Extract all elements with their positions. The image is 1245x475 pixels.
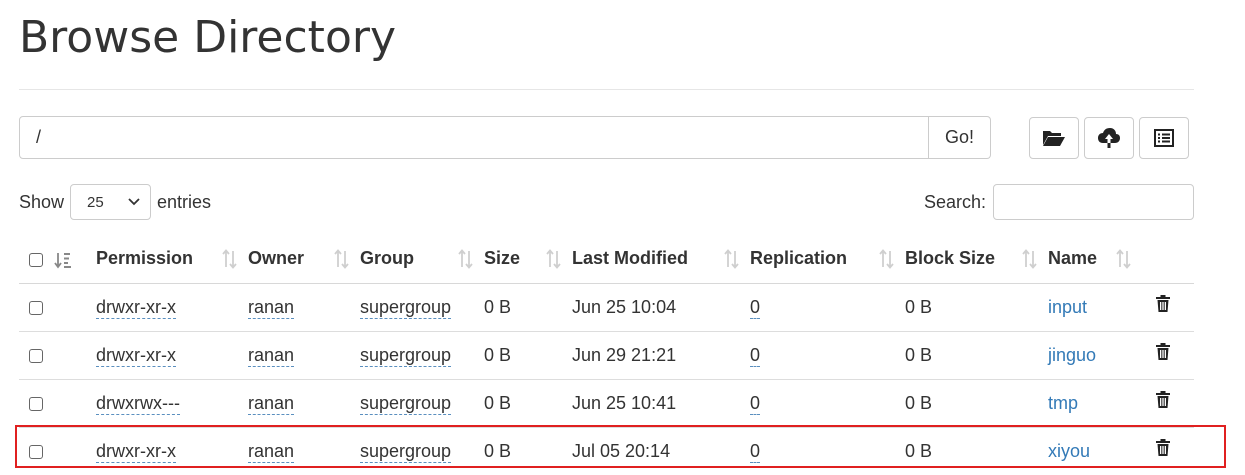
permission-cell[interactable]: drwxr-xr-x — [96, 440, 176, 463]
column-header-group[interactable]: Group — [360, 235, 484, 284]
file-name-link[interactable]: xiyou — [1048, 441, 1090, 461]
sort-arrows-icon — [546, 249, 562, 274]
column-header-label: Last Modified — [572, 248, 688, 269]
replication-cell[interactable]: 0 — [750, 296, 761, 319]
group-cell[interactable]: supergroup — [360, 392, 452, 415]
select-all-checkbox[interactable] — [29, 252, 43, 267]
block-size-cell: 0 B — [905, 330, 1048, 379]
browse-directory-page: Browse Directory Go! Show 25 — [0, 0, 1245, 475]
entries-select-value: 25 — [87, 193, 104, 211]
row-checkbox[interactable] — [29, 300, 43, 315]
row-checkbox[interactable] — [29, 396, 43, 411]
select-all-header — [19, 235, 96, 284]
file-name-link[interactable]: tmp — [1048, 393, 1078, 413]
file-name-link[interactable]: input — [1048, 297, 1087, 317]
column-header-size[interactable]: Size — [484, 235, 572, 284]
replication-cell[interactable]: 0 — [750, 344, 761, 367]
trash-icon[interactable] — [1155, 294, 1171, 318]
go-button[interactable]: Go! — [929, 116, 991, 159]
modified-cell: Jun 25 10:41 — [572, 378, 750, 427]
column-header-label: Replication — [750, 248, 848, 269]
column-header-label: Group — [360, 248, 414, 269]
path-bar: Go! — [19, 116, 991, 159]
size-cell: 0 B — [484, 378, 572, 427]
create-directory-button[interactable] — [1029, 117, 1079, 159]
trash-icon[interactable] — [1155, 390, 1171, 414]
sort-arrows-icon — [1116, 249, 1132, 274]
page-size-control: Show 25 entries — [19, 184, 211, 220]
owner-cell[interactable]: ranan — [248, 440, 295, 463]
column-header-label: Block Size — [905, 248, 996, 269]
modified-cell: Jul 05 20:14 — [572, 426, 750, 475]
folder-open-icon — [1043, 131, 1065, 146]
block-size-cell: 0 B — [905, 378, 1048, 427]
permission-cell[interactable]: drwxr-xr-x — [96, 296, 176, 319]
column-header-owner[interactable]: Owner — [248, 235, 360, 284]
permission-cell[interactable]: drwxrwx--- — [96, 392, 180, 415]
show-label: Show — [19, 191, 65, 212]
chevron-down-icon — [128, 198, 140, 206]
row-checkbox[interactable] — [29, 348, 43, 363]
table-row: drwxr-xr-x ranan supergroup 0 B Jul 05 2… — [19, 426, 1194, 475]
entries-label: entries — [157, 191, 212, 212]
sort-arrows-icon — [1022, 249, 1038, 274]
row-checkbox[interactable] — [29, 445, 43, 459]
list-icon — [1154, 129, 1174, 147]
modified-cell: Jun 25 10:04 — [572, 296, 677, 317]
table-row: drwxr-xr-x ranan supergroup 0 B Jun 29 2… — [19, 330, 1194, 379]
table-row: drwxr-xr-x ranan supergroup 0 B Jun 25 1… — [19, 283, 1194, 331]
upload-button[interactable] — [1084, 117, 1134, 159]
owner-cell[interactable]: ranan — [248, 344, 295, 367]
sort-arrows-icon — [879, 249, 895, 274]
column-header-name[interactable]: Name — [1048, 235, 1155, 284]
table-row: drwxrwx--- ranan supergroup 0 B Jun 25 1… — [19, 378, 1194, 427]
sort-arrows-icon — [222, 249, 238, 274]
cloud-upload-icon — [1098, 128, 1120, 148]
column-header-permission[interactable]: Permission — [96, 235, 248, 284]
trash-icon[interactable] — [1155, 438, 1171, 462]
file-table: Permission Owner Group Size Last Modifie… — [19, 235, 1194, 475]
trash-icon[interactable] — [1155, 342, 1171, 366]
title-divider — [19, 89, 1194, 90]
sort-arrows-icon — [724, 249, 740, 274]
modified-cell: Jun 29 21:21 — [572, 330, 750, 379]
column-header-label: Size — [484, 248, 521, 269]
group-cell[interactable]: supergroup — [360, 296, 452, 319]
sort-arrows-icon — [334, 249, 350, 274]
page-title: Browse Directory — [19, 12, 396, 63]
entries-select[interactable]: 25 — [70, 184, 152, 220]
column-header-label: Permission — [96, 248, 194, 269]
actions-header — [1155, 235, 1194, 284]
replication-cell[interactable]: 0 — [750, 392, 761, 415]
owner-cell[interactable]: ranan — [248, 392, 295, 415]
search-control: Search: — [924, 184, 1194, 220]
group-cell[interactable]: supergroup — [360, 344, 452, 367]
column-header-last-modified[interactable]: Last Modified — [572, 235, 750, 284]
size-cell: 0 B — [484, 296, 512, 317]
path-input[interactable] — [19, 116, 929, 159]
column-header-label: Owner — [248, 248, 305, 269]
group-cell[interactable]: supergroup — [360, 440, 452, 463]
sort-arrows-icon — [458, 249, 474, 274]
permission-cell[interactable]: drwxr-xr-x — [96, 344, 176, 367]
sort-numeric-icon[interactable] — [54, 251, 72, 269]
block-size-cell: 0 B — [905, 426, 1048, 475]
block-size-cell: 0 B — [905, 296, 933, 317]
owner-cell[interactable]: ranan — [248, 296, 295, 319]
list-view-button[interactable] — [1139, 117, 1189, 159]
file-name-link[interactable]: jinguo — [1048, 345, 1096, 365]
size-cell: 0 B — [484, 330, 572, 379]
search-label: Search: — [923, 191, 986, 212]
column-header-block-size[interactable]: Block Size — [905, 235, 1048, 284]
column-header-label: Name — [1048, 248, 1098, 269]
search-input[interactable] — [993, 184, 1194, 220]
column-header-replication[interactable]: Replication — [750, 235, 905, 284]
size-cell: 0 B — [484, 426, 572, 475]
table-header-row: Permission Owner Group Size Last Modifie… — [19, 235, 1194, 284]
replication-cell[interactable]: 0 — [750, 440, 761, 463]
